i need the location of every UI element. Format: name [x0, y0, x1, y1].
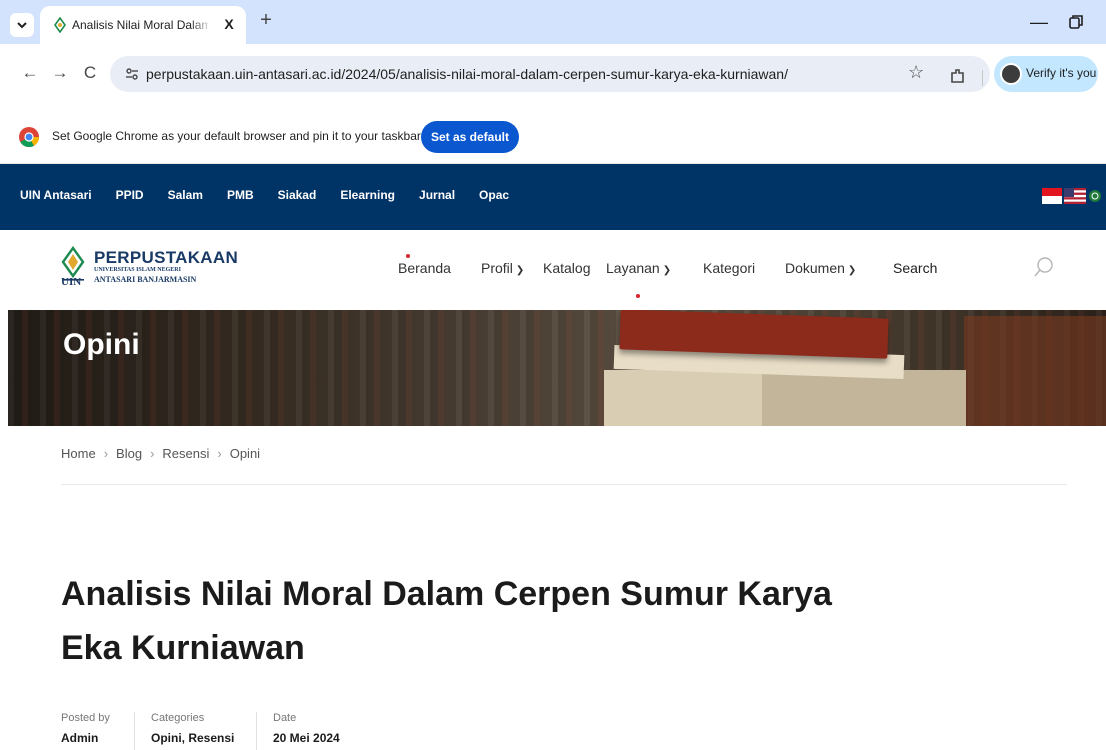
nav-kategori[interactable]: Kategori: [703, 260, 755, 276]
breadcrumb-resensi[interactable]: Resensi: [162, 446, 209, 461]
browser-tab-active[interactable]: Analisis Nilai Moral Dalam Cerp X: [40, 6, 246, 44]
hero-book-image: [762, 370, 966, 426]
meta-date: Date 20 Mei 2024: [273, 712, 340, 750]
nav-dokumen-label: Dokumen: [785, 260, 845, 276]
language-flags: [1042, 188, 1101, 204]
browser-toolbar: ← → C perpustakaan.uin-antasari.ac.id/20…: [0, 44, 1106, 108]
chevron-down-icon: [17, 22, 27, 29]
top-link-jurnal[interactable]: Jurnal: [419, 188, 455, 202]
page-title: Opini: [63, 328, 140, 361]
hero-book-image: [964, 316, 1106, 426]
hover-indicator-dot: [636, 294, 640, 298]
search-icon[interactable]: [1032, 255, 1056, 279]
window-restore-icon[interactable]: [1066, 12, 1086, 32]
nav-layanan-label: Layanan: [606, 260, 660, 276]
profile-label: Verify it's you: [1026, 66, 1097, 80]
infobar-message: Set Google Chrome as your default browse…: [52, 129, 421, 143]
window-minimize-button[interactable]: —: [1030, 12, 1048, 33]
meta-date-value: 20 Mei 2024: [273, 731, 340, 745]
indonesia-flag-icon[interactable]: [1042, 188, 1062, 204]
article-title: Analisis Nilai Moral Dalam Cerpen Sumur …: [61, 567, 861, 675]
nav-profil-label: Profil: [481, 260, 513, 276]
chevron-down-icon: ❯: [515, 265, 525, 276]
breadcrumb: Home › Blog › Resensi › Opini: [61, 446, 260, 461]
meta-posted-by: Posted by Admin: [61, 712, 110, 750]
top-link-opac[interactable]: Opac: [479, 188, 509, 202]
address-bar[interactable]: perpustakaan.uin-antasari.ac.id/2024/05/…: [110, 56, 990, 92]
logo-title[interactable]: PERPUSTAKAAN: [94, 248, 238, 268]
chrome-logo-icon: [19, 127, 40, 148]
top-link-ppid[interactable]: PPID: [116, 188, 144, 202]
breadcrumb-divider: [61, 484, 1067, 485]
top-link-uin-antasari[interactable]: UIN Antasari: [20, 188, 92, 202]
nav-katalog[interactable]: Katalog: [543, 260, 590, 276]
set-as-default-button[interactable]: Set as default: [421, 121, 519, 153]
chevron-down-icon: ❯: [847, 265, 857, 276]
top-link-elearning[interactable]: Elearning: [340, 188, 395, 202]
top-link-salam[interactable]: Salam: [168, 188, 203, 202]
meta-posted-by-label: Posted by: [61, 712, 110, 724]
top-links: UIN Antasari PPID Salam PMB Siakad Elear…: [20, 188, 533, 202]
site-info-icon[interactable]: [124, 66, 140, 82]
nav-beranda[interactable]: Beranda: [398, 260, 451, 276]
logo-mark-uin: UIN: [61, 276, 82, 288]
address-url: perpustakaan.uin-antasari.ac.id/2024/05/…: [146, 66, 788, 82]
nav-layanan[interactable]: Layanan ❯: [606, 260, 671, 276]
extensions-icon[interactable]: [948, 66, 968, 86]
meta-categories: Categories Opini, Resensi: [151, 712, 234, 750]
arabic-flag-icon[interactable]: [1089, 190, 1101, 202]
meta-category-links[interactable]: Opini, Resensi: [151, 731, 234, 745]
breadcrumb-separator: ›: [103, 446, 109, 461]
active-indicator-dot: [406, 254, 410, 258]
search-input[interactable]: Search: [893, 260, 937, 276]
breadcrumb-blog[interactable]: Blog: [116, 446, 142, 461]
top-link-pmb[interactable]: PMB: [227, 188, 254, 202]
bookmark-star-icon[interactable]: ☆: [908, 62, 924, 83]
logo-subtitle-2: ANTASARI BANJARMASIN: [94, 275, 197, 284]
nav-dokumen[interactable]: Dokumen ❯: [785, 260, 856, 276]
breadcrumb-separator: ›: [150, 446, 155, 461]
profile-button[interactable]: Verify it's you: [994, 56, 1098, 92]
back-button[interactable]: ←: [20, 63, 40, 83]
breadcrumb-home[interactable]: Home: [61, 446, 96, 461]
meta-categories-label: Categories: [151, 712, 205, 724]
default-browser-infobar: Set Google Chrome as your default browse…: [0, 108, 1106, 164]
breadcrumb-separator: ›: [217, 446, 222, 461]
avatar: [1000, 63, 1022, 85]
new-tab-button[interactable]: +: [256, 10, 276, 31]
tab-search-button[interactable]: [10, 13, 34, 37]
article-title-line-2: Eka Kurniawan: [61, 629, 305, 667]
tab-title: Analisis Nilai Moral Dalam Cerp: [72, 18, 208, 32]
page-hero-banner: Opini: [8, 310, 1106, 426]
tab-title-fade: [190, 14, 212, 36]
top-link-siakad[interactable]: Siakad: [278, 188, 317, 202]
tab-close-button[interactable]: X: [220, 15, 238, 33]
chevron-down-icon: ❯: [662, 265, 672, 276]
meta-divider: [256, 712, 257, 750]
forward-button[interactable]: →: [50, 63, 70, 83]
site-header: UIN PERPUSTAKAAN UNIVERSITAS ISLAM NEGER…: [0, 230, 1106, 310]
browser-tabstrip: Analisis Nilai Moral Dalam Cerp X + —: [0, 0, 1106, 44]
site-favicon-icon: [54, 17, 66, 33]
reload-button[interactable]: C: [80, 63, 100, 83]
meta-divider: [134, 712, 135, 750]
meta-date-label: Date: [273, 712, 297, 724]
article-title-line-1: Analisis Nilai Moral Dalam Cerpen Sumur …: [61, 575, 832, 613]
meta-author[interactable]: Admin: [61, 731, 110, 745]
nav-profil[interactable]: Profil ❯: [481, 260, 524, 276]
english-flag-icon[interactable]: [1064, 188, 1086, 204]
site-topbar: UIN Antasari PPID Salam PMB Siakad Elear…: [0, 164, 1106, 230]
toolbar-divider: [982, 70, 983, 86]
breadcrumb-current: Opini: [229, 446, 261, 461]
logo-subtitle-1: UNIVERSITAS ISLAM NEGERI: [94, 267, 181, 273]
